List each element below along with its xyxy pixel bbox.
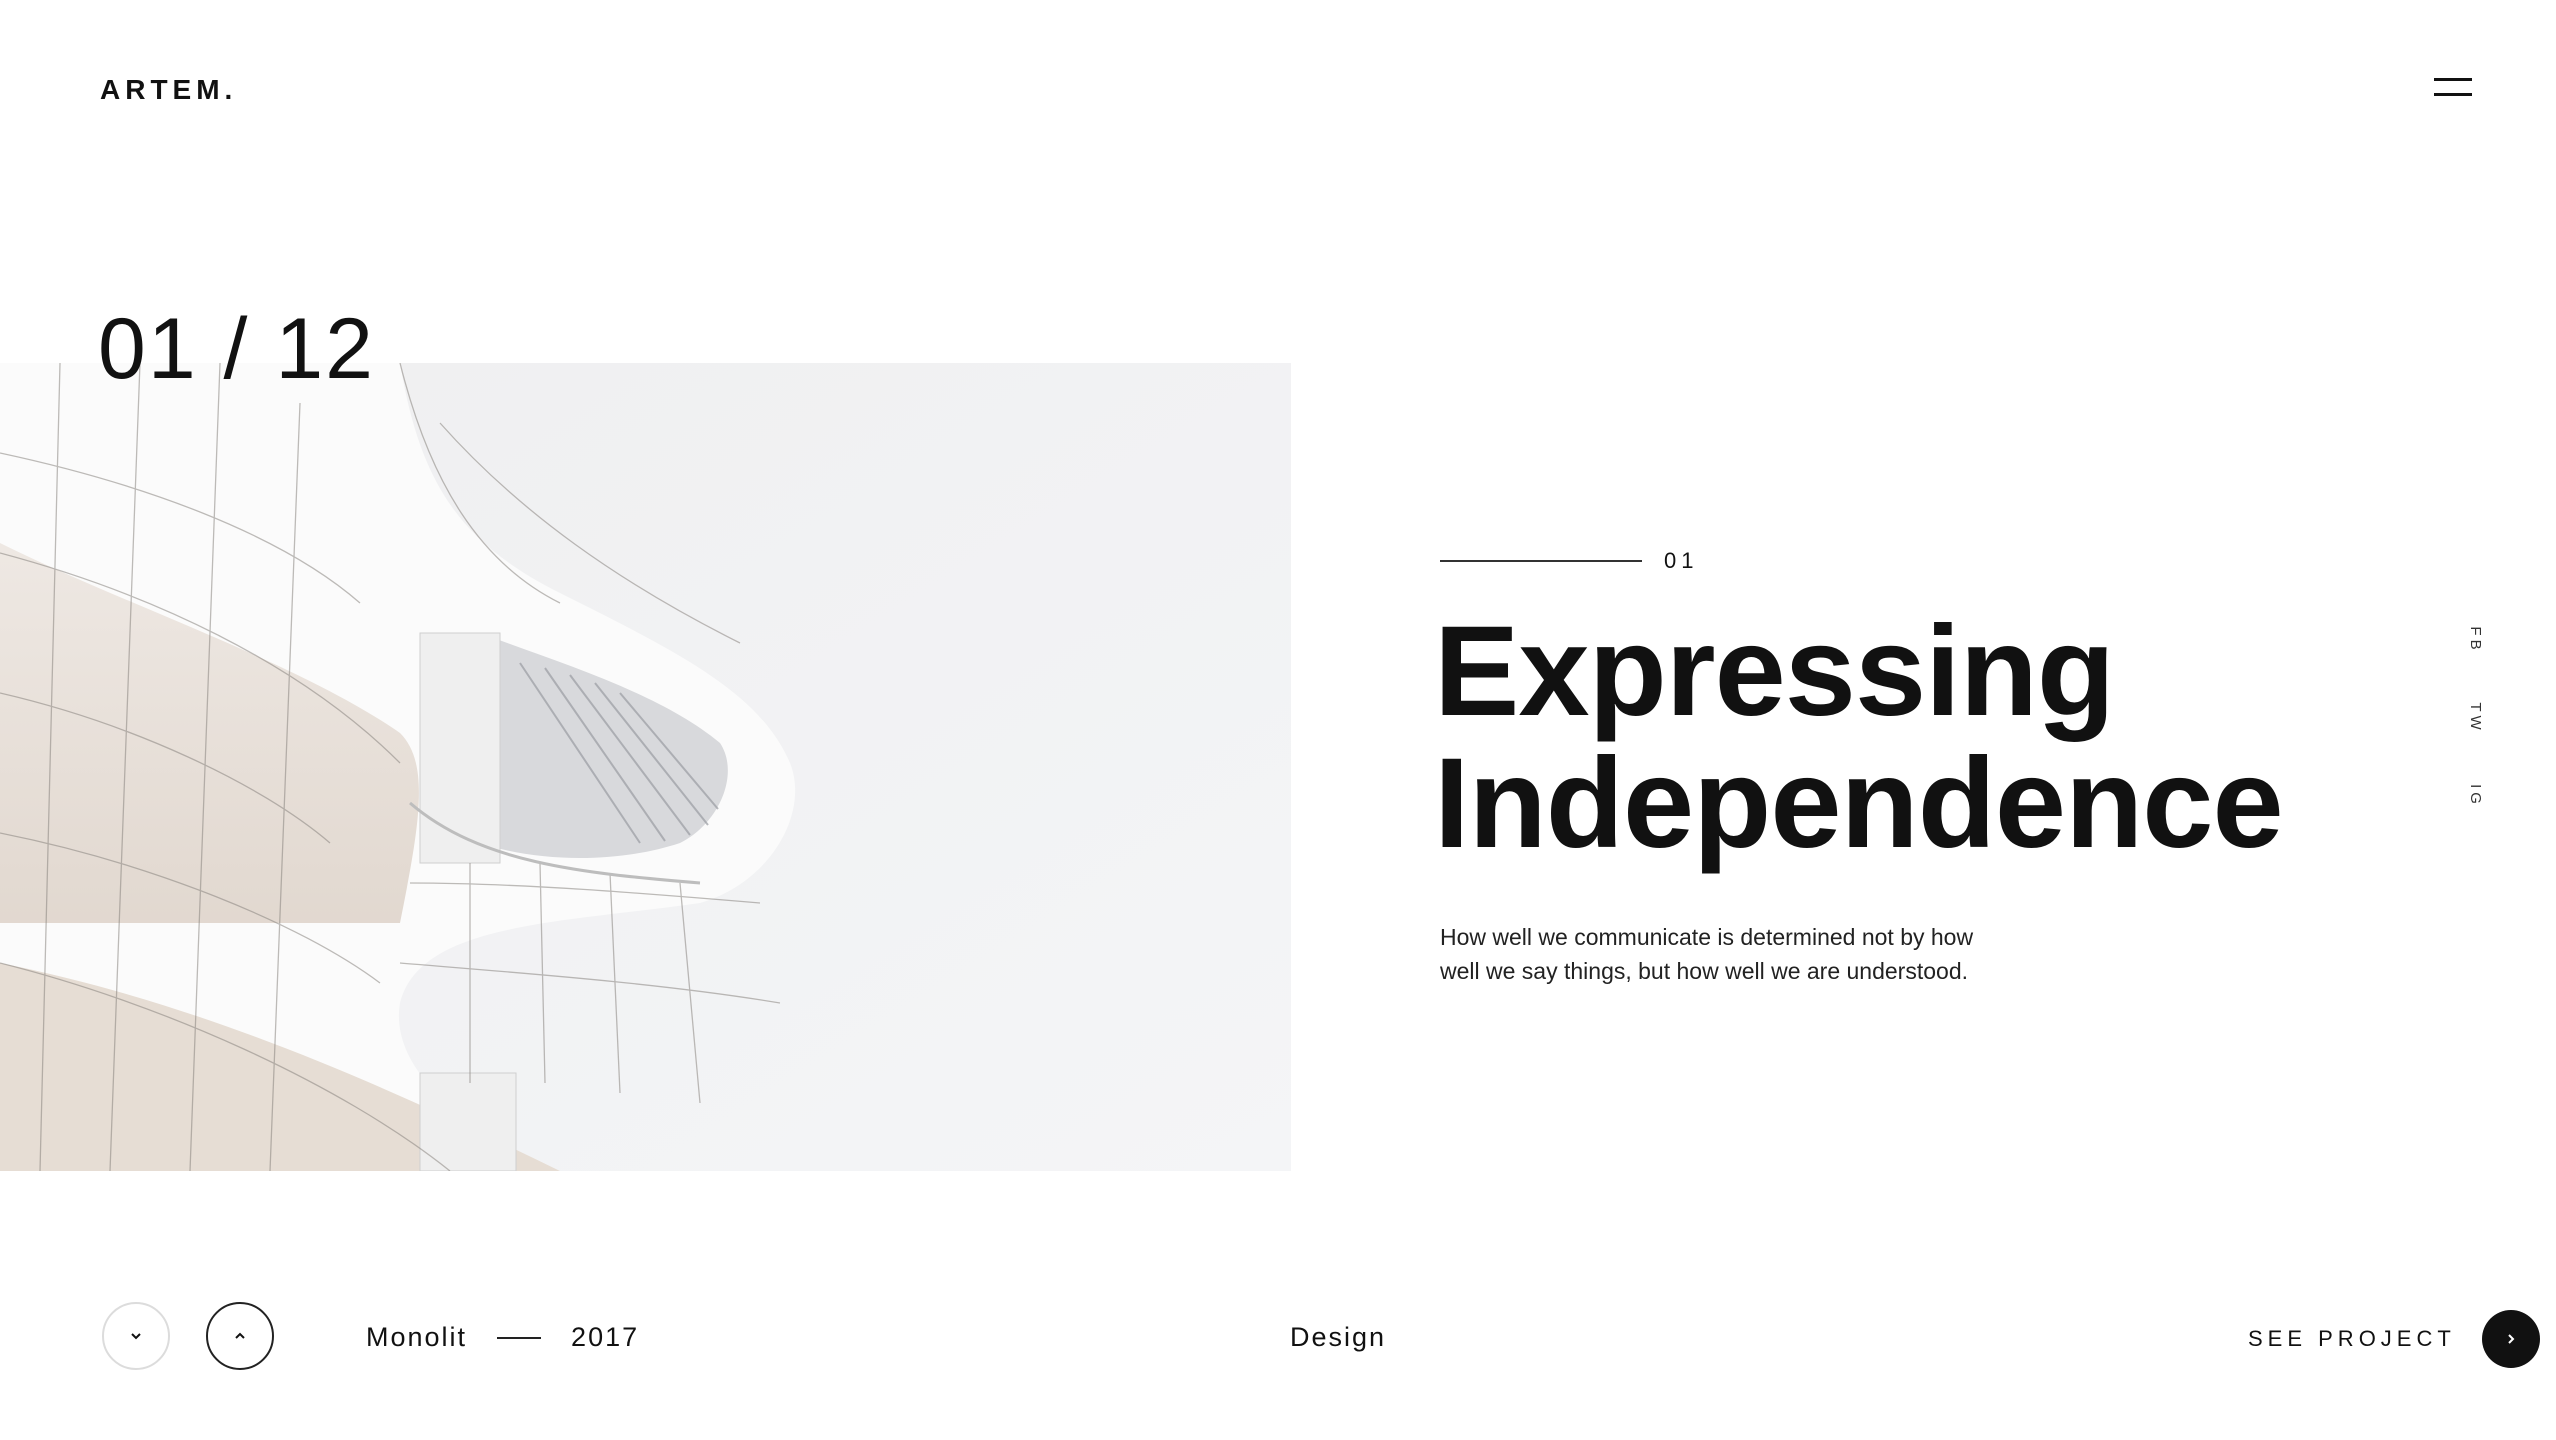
next-slide-button[interactable] (102, 1302, 170, 1370)
see-project-label[interactable]: SEE PROJECT (2248, 1326, 2456, 1352)
previous-slide-button[interactable] (206, 1302, 274, 1370)
slide-counter: 01 / 12 (98, 301, 375, 397)
see-project-circle[interactable] (2481, 1310, 2540, 1368)
social-links: FB TW IG (2462, 626, 2486, 864)
headline: Expressing Independence (1434, 600, 2284, 875)
social-link-tw[interactable]: TW (2464, 698, 2484, 738)
headline-line-1: Expressing (1434, 600, 2115, 743)
social-link-fb[interactable]: FB (2464, 620, 2484, 660)
chevron-up-icon (235, 1332, 245, 1339)
description: How well we communicate is determined no… (1440, 924, 1974, 984)
slide-number: 01 (1664, 548, 1699, 573)
social-link-ig[interactable]: IG (2464, 776, 2484, 816)
project-category: Design (1290, 1322, 1387, 1352)
headline-line-2: Independence (1434, 732, 2284, 875)
menu-line (2434, 93, 2472, 96)
chevron-down-icon (131, 1333, 141, 1340)
logo[interactable]: ARTEM. (100, 74, 237, 106)
divider-line (1440, 560, 1642, 562)
menu-line (2434, 78, 2472, 81)
hero-image (0, 363, 1291, 1171)
project-name: Monolit (366, 1322, 468, 1352)
chevron-right-icon (2508, 1334, 2515, 1344)
page: ARTEM. 01 / 12 01 Expressing Independenc… (0, 0, 2556, 1440)
slide-number-block: 01 (1440, 548, 1698, 574)
see-project-button[interactable]: SEE PROJECT (2248, 1310, 2540, 1368)
building-illustration (0, 363, 1291, 1171)
project-meta: Monolit 2017 (366, 1322, 639, 1353)
meta-dash (497, 1336, 542, 1339)
hamburger-menu-icon[interactable] (2434, 74, 2472, 102)
project-year: 2017 (571, 1322, 640, 1352)
